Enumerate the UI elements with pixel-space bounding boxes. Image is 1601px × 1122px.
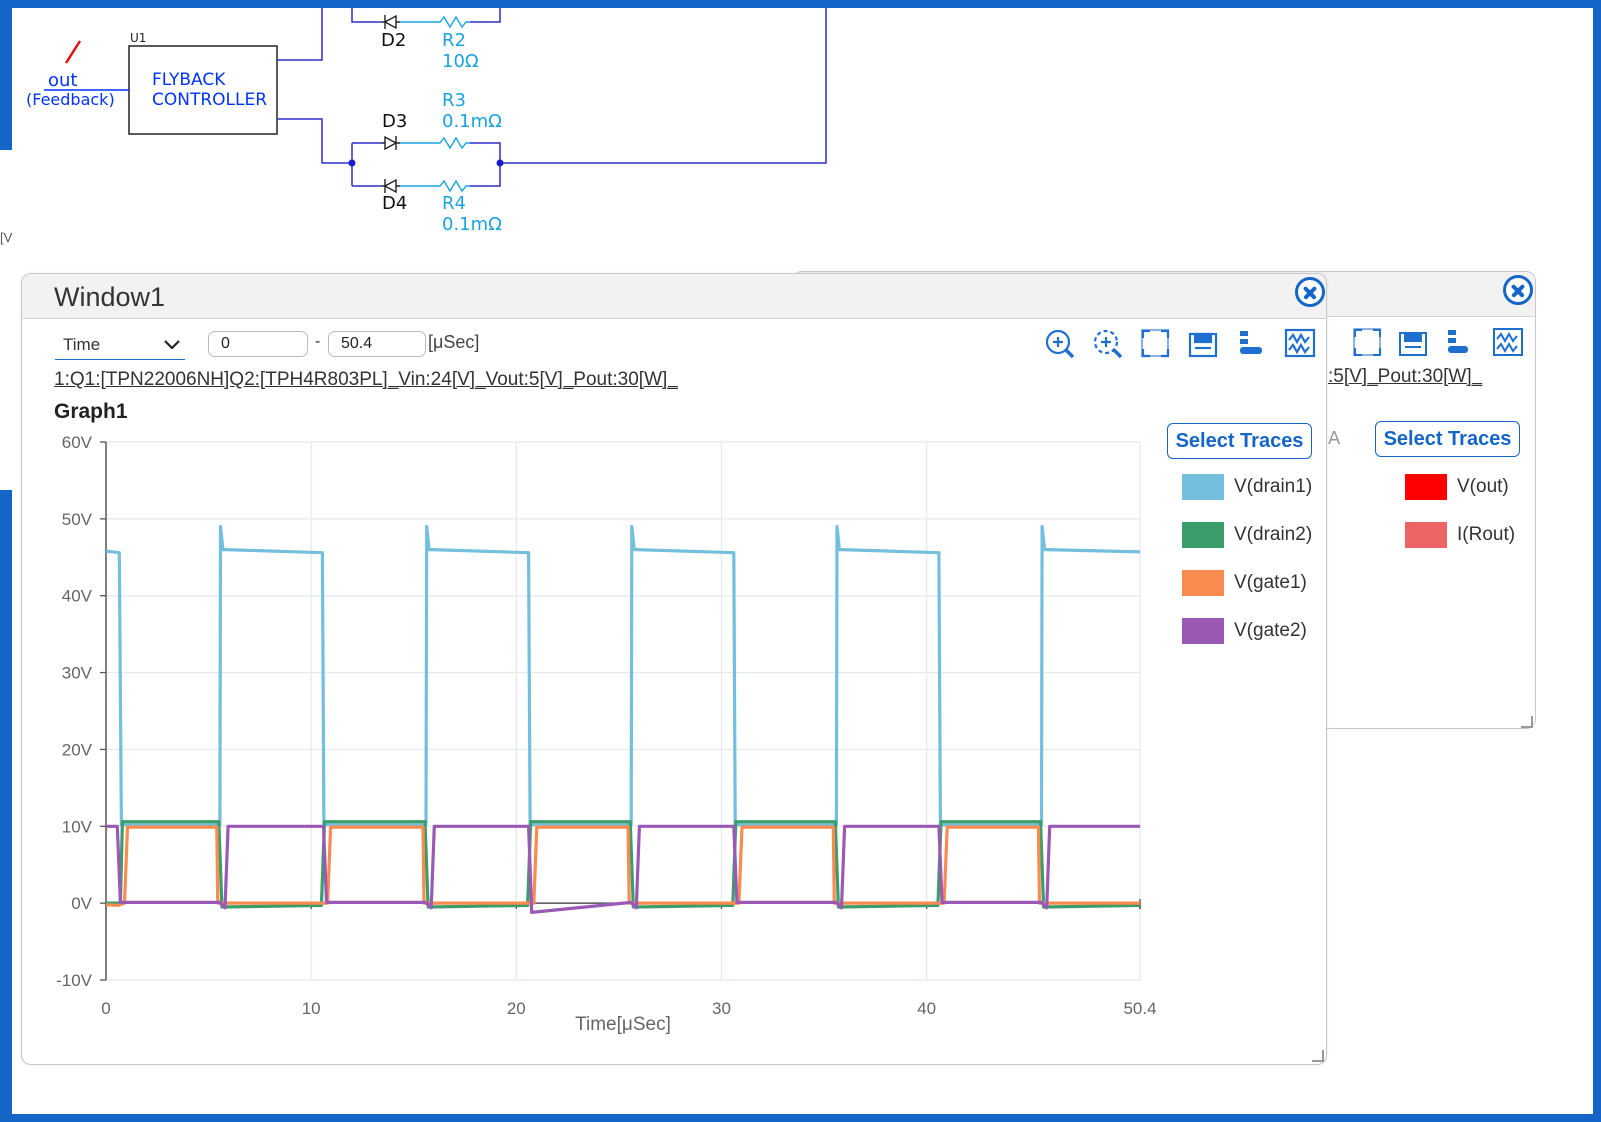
component-value-r4: 0.1mΩ bbox=[442, 214, 502, 235]
legend-swatch bbox=[1182, 522, 1224, 548]
window2-save-icon[interactable] bbox=[1399, 332, 1427, 356]
window2-info-line: :5[V]_Pout:30[W]_ bbox=[1328, 366, 1483, 387]
window1-resize-handle[interactable] bbox=[1312, 1050, 1324, 1062]
window2-waveform-settings-icon[interactable] bbox=[1493, 328, 1523, 356]
window2-toolbar bbox=[1353, 328, 1523, 356]
select-traces-button[interactable]: Select Traces bbox=[1167, 423, 1312, 459]
probe-marker-icon bbox=[64, 40, 82, 64]
diode-d4-icon[interactable] bbox=[382, 178, 400, 194]
x-tick-label: 10 bbox=[302, 999, 321, 1018]
waveform-settings-icon[interactable] bbox=[1284, 328, 1316, 358]
window2-fit-view-icon[interactable] bbox=[1353, 328, 1381, 356]
resistor-r2-icon[interactable] bbox=[400, 15, 470, 29]
waveform-chart[interactable]: 60V 50V 40V 30V 20V 10V 0V -10V 0 10 20 30 40 50.4 Tim… bbox=[22, 274, 1162, 1064]
schematic-canvas[interactable] bbox=[0, 0, 1601, 280]
legend-label: V(drain2) bbox=[1234, 524, 1313, 545]
x-axis-title: Time[μSec] bbox=[575, 1014, 671, 1035]
legend-settings-icon[interactable] bbox=[1240, 331, 1262, 354]
x-tick-label: 30 bbox=[712, 999, 731, 1018]
junction-dot bbox=[348, 159, 356, 167]
y-tick-label: 60V bbox=[62, 433, 93, 452]
y-tick-label: -10V bbox=[56, 971, 93, 990]
junction-dot bbox=[496, 159, 504, 167]
window2-resize-handle[interactable] bbox=[1521, 716, 1533, 728]
y-tick-label: 10V bbox=[62, 817, 93, 836]
component-ref-d2: D2 bbox=[381, 30, 407, 51]
y-tick-label: 0V bbox=[71, 894, 92, 913]
component-ref-r3: R3 bbox=[442, 90, 466, 111]
component-ref-r2: R2 bbox=[442, 30, 466, 51]
window1-close-icon[interactable] bbox=[1295, 277, 1325, 307]
window2-partial-label: A bbox=[1328, 428, 1341, 449]
resistor-r4-icon[interactable] bbox=[400, 179, 470, 193]
component-ref-d4: D4 bbox=[382, 193, 408, 214]
component-value-r2: 10Ω bbox=[442, 51, 479, 72]
legend-label: V(gate2) bbox=[1234, 620, 1307, 641]
legend-swatch bbox=[1182, 570, 1224, 596]
component-ref-r4: R4 bbox=[442, 193, 466, 214]
window2-select-traces-button[interactable]: Select Traces bbox=[1375, 421, 1520, 457]
window2-close-icon[interactable] bbox=[1503, 275, 1533, 305]
resistor-r3-icon[interactable] bbox=[400, 136, 470, 150]
series-line-v-gate2[interactable] bbox=[106, 824, 1140, 915]
series-line-v-drain1[interactable] bbox=[105, 524, 1141, 827]
legend-label: V(out) bbox=[1457, 476, 1509, 497]
legend-label: I(Rout) bbox=[1457, 524, 1516, 545]
y-tick-label: 30V bbox=[62, 664, 93, 683]
component-ref-d3: D3 bbox=[382, 111, 408, 132]
legend-swatch bbox=[1405, 522, 1447, 548]
controller-label-line1: FLYBACK bbox=[152, 70, 226, 90]
y-tick-label: 20V bbox=[62, 740, 93, 759]
waveform-window-1[interactable]: Window1 Time 0 - 50.4 [μSec] 1:Q1:[TPN22… bbox=[21, 273, 1327, 1065]
x-tick-label: 0 bbox=[101, 999, 110, 1018]
series-line-v-drain2[interactable] bbox=[106, 820, 1141, 909]
legend-swatch bbox=[1405, 474, 1447, 500]
diode-d3-icon[interactable] bbox=[382, 135, 400, 151]
legend-label: V(drain1) bbox=[1234, 476, 1313, 497]
schematic-wires bbox=[277, 8, 827, 187]
x-tick-label: 50.4 bbox=[1123, 999, 1156, 1018]
x-tick-label: 40 bbox=[917, 999, 936, 1018]
component-ref-u1: U1 bbox=[130, 31, 147, 45]
series-line-v-gate1[interactable] bbox=[105, 825, 1140, 908]
diode-d2-icon[interactable] bbox=[382, 14, 400, 30]
edge-label: [V bbox=[0, 230, 13, 245]
y-tick-label: 50V bbox=[62, 510, 93, 529]
x-tick-label: 20 bbox=[507, 999, 526, 1018]
net-label-feedback: (Feedback) bbox=[26, 90, 115, 109]
legend-label: V(gate1) bbox=[1234, 572, 1307, 593]
window2-legend-settings-icon[interactable] bbox=[1448, 330, 1468, 353]
screen-border-gap bbox=[0, 150, 12, 490]
legend-swatch bbox=[1182, 474, 1224, 500]
controller-label-line2: CONTROLLER bbox=[152, 90, 268, 110]
save-icon[interactable] bbox=[1188, 332, 1218, 358]
component-value-r3: 0.1mΩ bbox=[442, 111, 502, 132]
net-label-out: out bbox=[48, 70, 78, 91]
legend-swatch bbox=[1182, 618, 1224, 644]
y-tick-label: 40V bbox=[62, 587, 93, 606]
